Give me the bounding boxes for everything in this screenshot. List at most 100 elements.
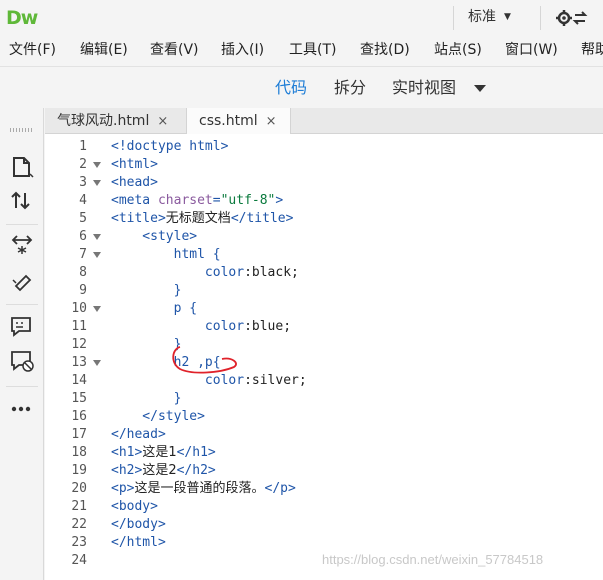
workspace-switcher[interactable]: 标准 ▼: [468, 6, 511, 28]
code-token: <body>: [111, 499, 158, 514]
code-line[interactable]: 23 </html>: [45, 534, 603, 552]
menu-tools[interactable]: 工具(T): [289, 40, 336, 60]
close-icon[interactable]: ×: [266, 114, 277, 129]
view-dropdown-icon[interactable]: [474, 85, 486, 92]
line-number: 5: [79, 211, 87, 226]
fold-toggle-icon[interactable]: [93, 252, 101, 258]
code-token: </head>: [111, 427, 166, 442]
grip-handle[interactable]: [10, 128, 34, 132]
code-line[interactable]: 17 </head>: [45, 426, 603, 444]
menu-bar: 文件(F) 编辑(E) 查看(V) 插入(I) 工具(T) 查找(D) 站点(S…: [0, 36, 603, 64]
code-line[interactable]: 20 <p>这是一段普通的段落。</p>: [45, 480, 603, 498]
code-line[interactable]: 21 <body>: [45, 498, 603, 516]
code-text: color:black;: [111, 264, 299, 282]
code-token: color: [111, 373, 245, 388]
view-split-button[interactable]: 拆分: [334, 77, 366, 99]
code-token: }: [111, 391, 182, 406]
format-brush-icon[interactable]: [8, 266, 36, 292]
code-token: <head>: [111, 175, 158, 190]
fold-toggle-icon[interactable]: [93, 306, 101, 312]
view-code-button[interactable]: 代码: [275, 77, 307, 99]
code-line[interactable]: 11 color:blue;: [45, 318, 603, 336]
fold-toggle-icon[interactable]: [93, 180, 101, 186]
code-token: h2 ,p{: [111, 355, 221, 370]
chevron-down-icon: ▼: [504, 12, 511, 22]
code-line[interactable]: 14 color:silver;: [45, 372, 603, 390]
code-token: <html>: [111, 157, 158, 172]
code-line[interactable]: 3 <head>: [45, 174, 603, 192]
code-line[interactable]: 5 <title>无标题文档</title>: [45, 210, 603, 228]
sync-settings-icon[interactable]: [555, 8, 589, 28]
code-line[interactable]: 1 <!doctype html>: [45, 138, 603, 156]
line-number: 4: [79, 193, 87, 208]
code-line[interactable]: 13 h2 ,p{: [45, 354, 603, 372]
open-document-icon[interactable]: [8, 154, 36, 180]
code-line[interactable]: 8 color:black;: [45, 264, 603, 282]
code-line[interactable]: 4 <meta charset="utf-8">: [45, 192, 603, 210]
fold-toggle-icon[interactable]: [93, 234, 101, 240]
app-logo: Dw: [6, 7, 38, 29]
fold-toggle-icon[interactable]: [93, 360, 101, 366]
code-line[interactable]: 22 </body>: [45, 516, 603, 534]
more-options-icon[interactable]: [8, 396, 36, 422]
menu-insert[interactable]: 插入(I): [221, 40, 264, 60]
code-text: color:blue;: [111, 318, 291, 336]
code-line[interactable]: 15 }: [45, 390, 603, 408]
code-line[interactable]: 9 }: [45, 282, 603, 300]
code-token: <meta: [111, 193, 158, 208]
code-token: =: [212, 193, 221, 208]
expand-collapse-icon[interactable]: [8, 232, 36, 258]
toolbar-divider: [6, 304, 38, 305]
line-number: 23: [71, 535, 87, 550]
toolbar-divider: [6, 386, 38, 387]
code-token: "utf-8": [220, 193, 276, 208]
code-token: </style>: [111, 409, 205, 424]
line-number: 19: [71, 463, 87, 478]
code-line[interactable]: 10 p {: [45, 300, 603, 318]
menu-site[interactable]: 站点(S): [434, 40, 482, 60]
code-token: <h1>: [111, 445, 143, 460]
code-text: <html>: [111, 156, 158, 174]
code-token: :black;: [244, 265, 299, 280]
code-line[interactable]: 12 }: [45, 336, 603, 354]
close-icon[interactable]: ×: [157, 114, 168, 129]
code-text: <!doctype html>: [111, 138, 228, 156]
menu-find[interactable]: 查找(D): [360, 40, 410, 60]
code-token: </title>: [230, 211, 294, 226]
view-live-button[interactable]: 实时视图: [392, 77, 456, 99]
line-number: 13: [71, 355, 87, 370]
line-number: 21: [71, 499, 87, 514]
menu-edit[interactable]: 编辑(E): [80, 40, 128, 60]
code-line[interactable]: 7 html {: [45, 246, 603, 264]
code-line[interactable]: 18 <h1>这是1</h1>: [45, 444, 603, 462]
code-line[interactable]: 16 </style>: [45, 408, 603, 426]
sort-arrows-icon[interactable]: [8, 188, 36, 214]
code-text: <style>: [111, 228, 197, 246]
code-text: h2 ,p{: [111, 354, 221, 372]
fold-toggle-icon[interactable]: [93, 162, 101, 168]
code-line[interactable]: 6 <style>: [45, 228, 603, 246]
tab-css-html[interactable]: css.html ×: [187, 108, 291, 135]
line-number: 11: [71, 319, 87, 334]
menu-window[interactable]: 窗口(W): [505, 40, 558, 60]
toolbar-divider: [6, 224, 38, 225]
code-text: <h1>这是1</h1>: [111, 444, 216, 462]
line-number: 18: [71, 445, 87, 460]
code-line[interactable]: 2 <html>: [45, 156, 603, 174]
comment-icon[interactable]: [8, 314, 36, 340]
tab-balloon-html[interactable]: 气球风动.html ×: [45, 108, 187, 134]
title-divider: [453, 6, 454, 30]
line-number: 10: [71, 301, 87, 316]
code-token: charset: [157, 193, 213, 208]
menu-file[interactable]: 文件(F): [9, 40, 56, 60]
code-token: <style>: [111, 229, 198, 244]
menu-help[interactable]: 帮助: [581, 40, 603, 60]
code-text: color:silver;: [111, 372, 307, 390]
remove-comment-icon[interactable]: [8, 348, 36, 374]
menu-view[interactable]: 查看(V): [150, 40, 199, 60]
code-editor[interactable]: 1 <!doctype html> 2 <html> 3 <head> 4 <meta cha…: [45, 134, 603, 580]
code-token: <title>: [111, 211, 166, 226]
code-line[interactable]: 19 <h2>这是2</h2>: [45, 462, 603, 480]
code-token: :blue;: [244, 319, 292, 334]
line-number: 20: [71, 481, 87, 496]
